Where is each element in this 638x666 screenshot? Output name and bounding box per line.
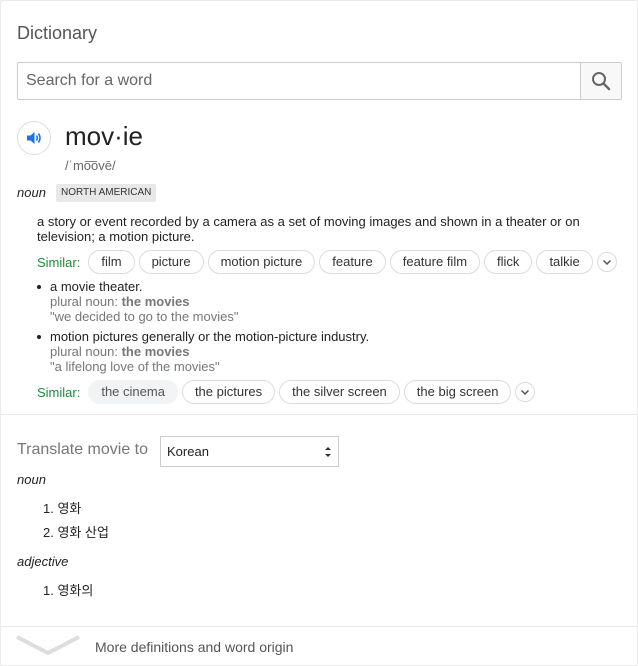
search-input[interactable] bbox=[18, 63, 580, 99]
similar-chip[interactable]: the big screen bbox=[403, 380, 512, 404]
divider bbox=[1, 414, 637, 415]
similar-chip[interactable]: the pictures bbox=[181, 380, 276, 404]
translation-pos: adjective bbox=[17, 554, 69, 569]
language-select[interactable]: Korean bbox=[160, 436, 339, 467]
pronunciation: /ˈmo͞ovē/ bbox=[65, 158, 116, 173]
select-arrows-icon bbox=[325, 447, 331, 457]
example-text: "a lifelong love of the movies" bbox=[50, 359, 220, 374]
translation-item: 1. 영화의 bbox=[43, 583, 94, 598]
plural-form: plural noun: the movies bbox=[50, 344, 369, 359]
sense-text: a movie theater. bbox=[50, 279, 143, 294]
plural-form: plural noun: the movies bbox=[50, 294, 238, 309]
chevron-down-icon bbox=[521, 389, 530, 396]
similar-chip[interactable]: feature film bbox=[389, 250, 481, 274]
translation-pos: noun bbox=[17, 472, 46, 487]
translation-item: 1. 영화 bbox=[43, 501, 82, 516]
similar-row: Similar: the cinema the pictures the sil… bbox=[37, 380, 536, 404]
similar-chip[interactable]: the silver screen bbox=[279, 380, 400, 404]
similar-chip[interactable]: talkie bbox=[536, 250, 593, 274]
similar-chip[interactable]: film bbox=[88, 250, 135, 274]
similar-chip[interactable]: feature bbox=[319, 250, 386, 274]
speaker-icon bbox=[27, 132, 41, 144]
expand-more-icon[interactable] bbox=[15, 633, 81, 659]
sense-item: motion pictures generally or the motion-… bbox=[37, 329, 369, 374]
similar-chip[interactable]: picture bbox=[138, 250, 204, 274]
bullet bbox=[37, 335, 41, 339]
dictionary-card: Dictionary mov·ie /ˈmo͞ovē/ noun NORTH A… bbox=[0, 0, 638, 666]
pronounce-button[interactable] bbox=[17, 121, 51, 155]
similar-row: Similar: film picture motion picture fea… bbox=[37, 250, 617, 274]
plural-label: plural noun: bbox=[50, 344, 118, 359]
similar-chip[interactable]: motion picture bbox=[207, 250, 316, 274]
plural-label: plural noun: bbox=[50, 294, 118, 309]
search-box bbox=[17, 62, 622, 100]
expand-similar-button[interactable] bbox=[596, 252, 617, 272]
similar-label: Similar: bbox=[37, 254, 81, 270]
search-button[interactable] bbox=[580, 63, 621, 99]
similar-chip[interactable]: flick bbox=[484, 250, 533, 274]
example-text: "we decided to go to the movies" bbox=[50, 309, 239, 324]
region-badge: NORTH AMERICAN bbox=[56, 184, 157, 202]
part-of-speech: noun bbox=[17, 185, 46, 200]
translation-item: 2. 영화 산업 bbox=[43, 525, 109, 540]
search-icon bbox=[592, 72, 611, 91]
translate-label: Translate movie to bbox=[17, 441, 149, 458]
expand-similar-button[interactable] bbox=[515, 382, 536, 402]
similar-label: Similar: bbox=[37, 384, 81, 400]
chevron-down-icon bbox=[602, 259, 611, 266]
definition-text: a story or event recorded by a camera as… bbox=[37, 214, 580, 244]
headword: mov·ie bbox=[65, 121, 144, 151]
sense-text: motion pictures generally or the motion-… bbox=[50, 329, 370, 344]
divider bbox=[1, 626, 637, 627]
plural-word: the movies bbox=[121, 294, 190, 309]
language-value: Korean bbox=[167, 444, 209, 459]
similar-chip[interactable]: the cinema bbox=[88, 380, 178, 404]
sense-item: a movie theater. plural noun: the movies… bbox=[37, 279, 238, 324]
card-title: Dictionary bbox=[17, 23, 98, 43]
bullet bbox=[37, 285, 41, 289]
plural-word: the movies bbox=[121, 344, 190, 359]
more-definitions-link[interactable]: More definitions and word origin bbox=[95, 639, 293, 655]
